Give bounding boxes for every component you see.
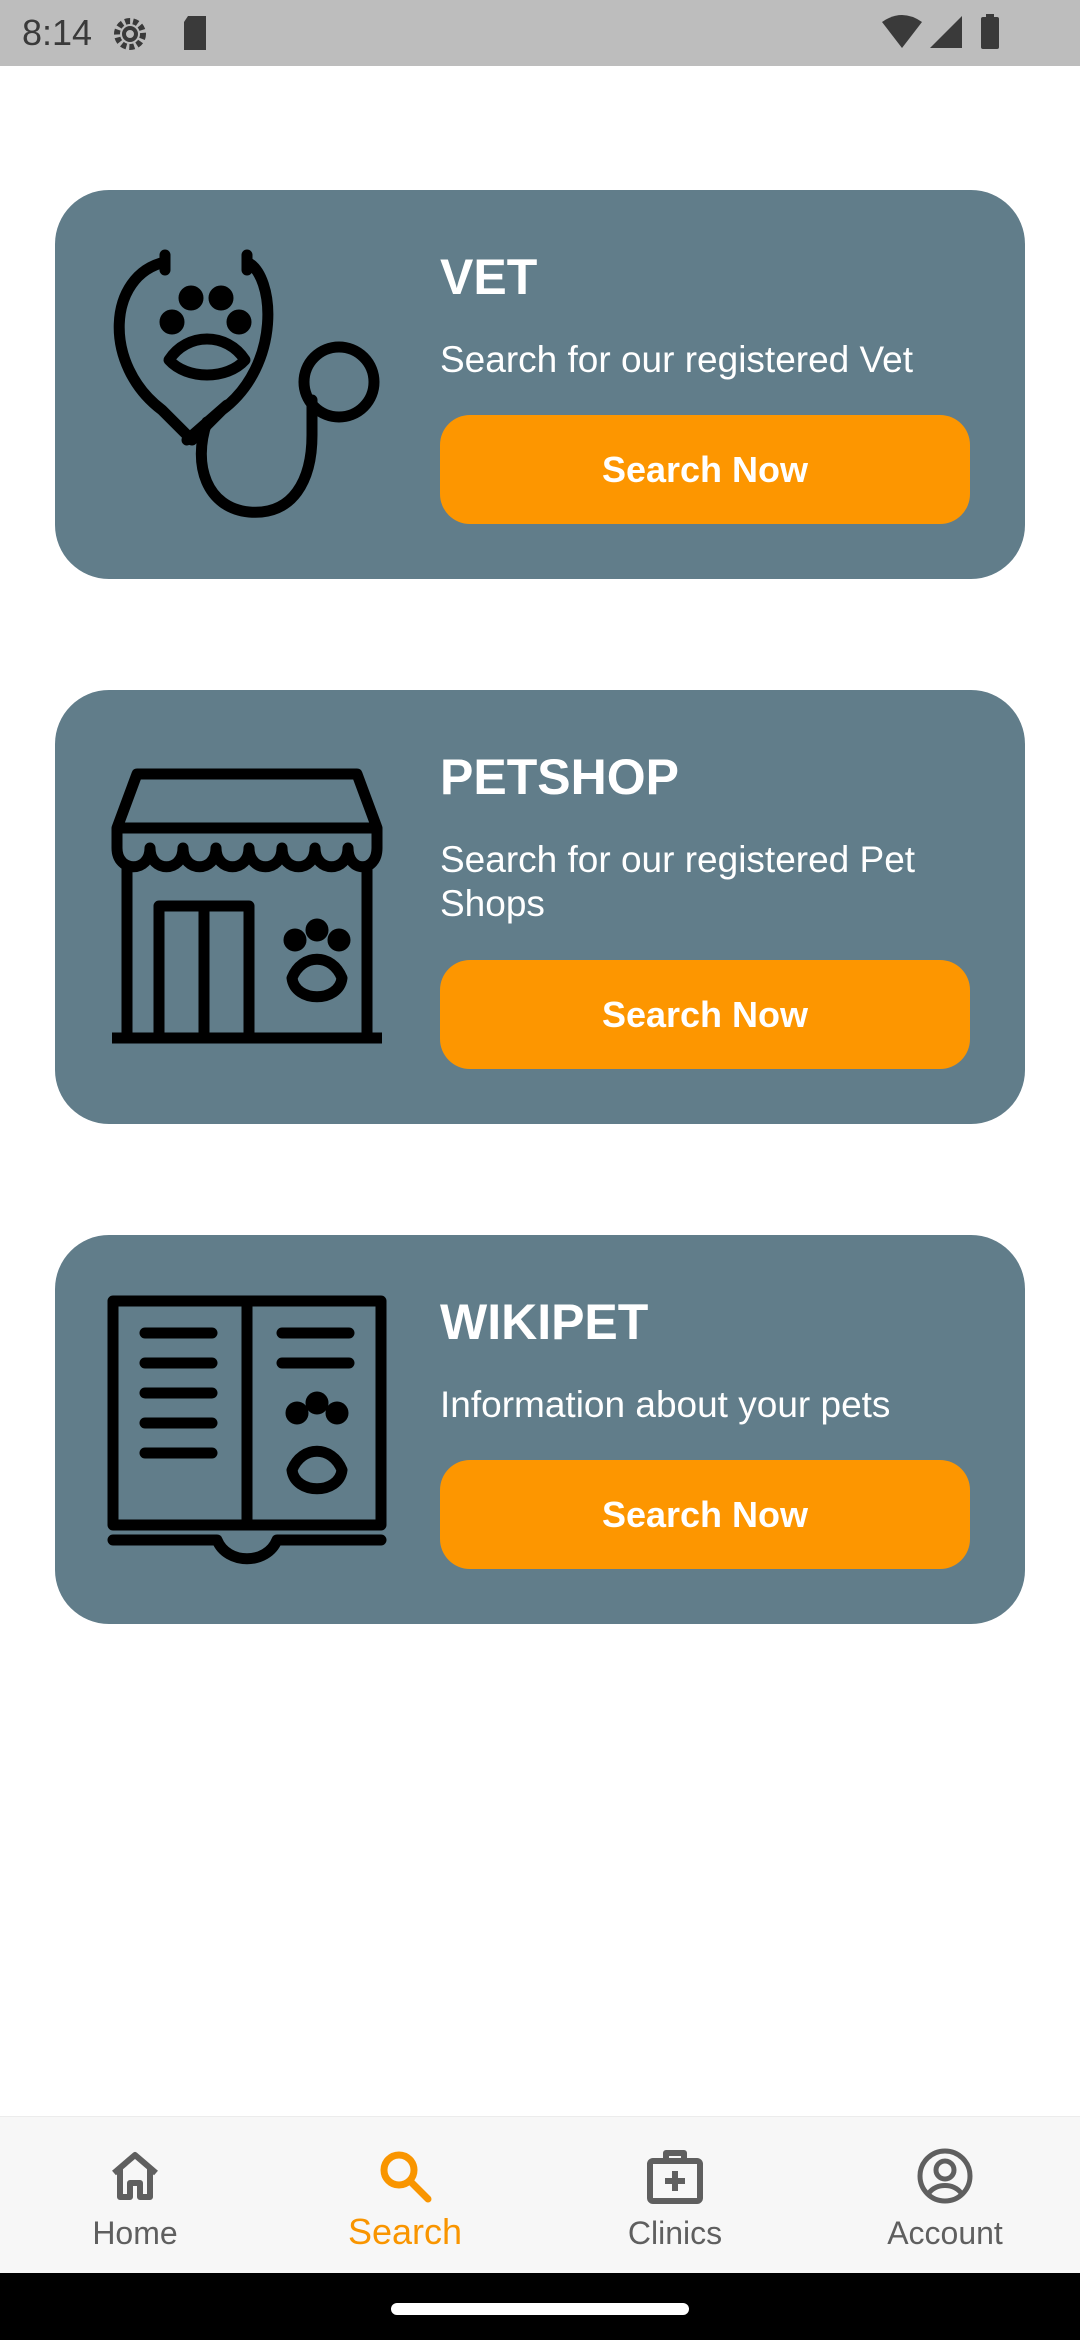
nav-item-home[interactable]: Home [0,2117,270,2274]
cell-signal-icon [928,14,964,55]
petshop-search-now-button[interactable]: Search Now [440,960,970,1069]
nav-label-account: Account [887,2215,1003,2251]
wikipet-card-description: Information about your pets [440,1384,891,1425]
vet-card-title: VET [440,249,538,305]
status-bar: 8:14 [0,0,1080,66]
nav-label-search: Search [347,2211,463,2252]
settings-gear-icon [110,14,150,59]
vet-card: VET Search for our registered Vet Search… [55,190,1025,579]
sd-card-icon [180,14,210,57]
petshop-card-title: PETSHOP [440,749,679,805]
status-time: 8:14 [22,12,93,53]
nav-item-clinics[interactable]: Clinics [540,2117,810,2274]
stethoscope-paw-icon [107,240,397,535]
system-navigation-bar [0,2273,1080,2340]
petshop-card-description: Search for our registered Pet Shops [440,839,916,924]
pet-shop-store-icon [107,768,387,1053]
nav-item-search[interactable]: Search [270,2117,540,2274]
home-icon [106,2147,164,2210]
vet-search-now-button[interactable]: Search Now [440,415,970,524]
clinic-medical-bag-icon [646,2147,704,2210]
petshop-card: PETSHOP Search for our registered Pet Sh… [55,690,1025,1124]
open-book-paw-icon [107,1295,387,1580]
bottom-navigation: Home Search Clinics Account [0,2116,1080,2274]
vet-card-description: Search for our registered Vet [440,339,914,380]
battery-icon [980,14,1000,55]
wikipet-card-title: WIKIPET [440,1294,649,1350]
wifi-icon [882,14,922,55]
home-gesture-handle[interactable] [391,2303,689,2315]
account-circle-icon [916,2147,974,2210]
nav-label-home: Home [92,2215,178,2251]
wikipet-search-now-button[interactable]: Search Now [440,1460,970,1569]
search-icon [376,2147,434,2210]
nav-item-account[interactable]: Account [810,2117,1080,2274]
wikipet-card: WIKIPET Information about your pets Sear… [55,1235,1025,1624]
nav-label-clinics: Clinics [627,2215,723,2251]
